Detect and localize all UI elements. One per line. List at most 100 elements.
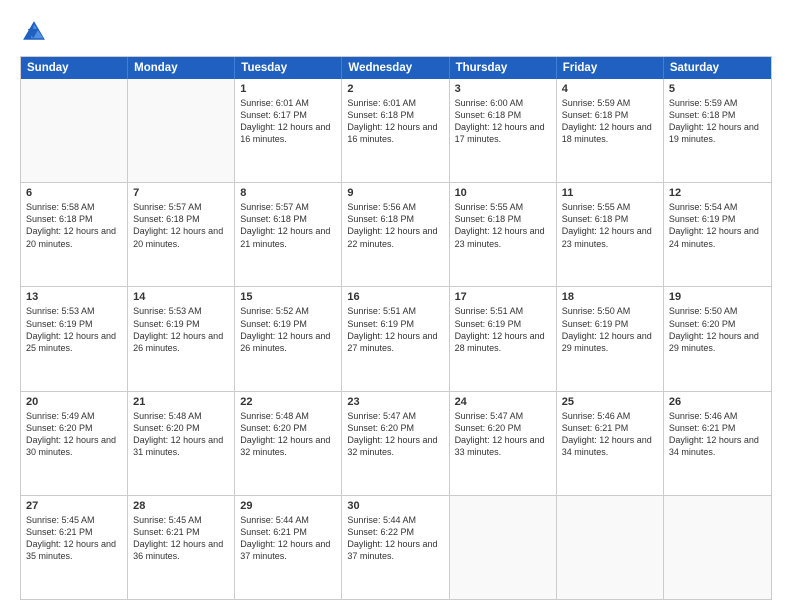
calendar-body: 1 Sunrise: 6:01 AM Sunset: 6:17 PM Daylig… xyxy=(21,79,771,599)
day-header-friday: Friday xyxy=(557,57,664,79)
calendar-cell: 24 Sunrise: 5:47 AM Sunset: 6:20 PM Dayli… xyxy=(450,392,557,495)
cell-info: Sunrise: 5:46 AM Sunset: 6:21 PM Dayligh… xyxy=(669,410,766,459)
calendar-cell: 13Sunrise: 5:53 AM Sunset: 6:19 PM Dayli… xyxy=(21,287,128,390)
calendar-cell: 26 Sunrise: 5:46 AM Sunset: 6:21 PM Dayli… xyxy=(664,392,771,495)
calendar-cell xyxy=(664,496,771,599)
cell-info: Sunrise: 5:59 AM Sunset: 6:18 PM Dayligh… xyxy=(562,97,658,146)
cell-date: 27 xyxy=(26,500,122,512)
calendar-cell: 1 Sunrise: 6:01 AM Sunset: 6:17 PM Daylig… xyxy=(235,79,342,182)
cell-date: 29 xyxy=(240,500,336,512)
calendar-cell: 29 Sunrise: 5:44 AM Sunset: 6:21 PM Dayli… xyxy=(235,496,342,599)
cell-info: Sunrise: 5:45 AM Sunset: 6:21 PM Dayligh… xyxy=(133,514,229,563)
calendar-cell: 30 Sunrise: 5:44 AM Sunset: 6:22 PM Dayli… xyxy=(342,496,449,599)
cell-date: 18 xyxy=(562,291,658,303)
calendar-cell: 15Sunrise: 5:52 AM Sunset: 6:19 PM Dayli… xyxy=(235,287,342,390)
cell-info: Sunrise: 5:54 AM Sunset: 6:19 PM Dayligh… xyxy=(669,201,766,250)
day-header-thursday: Thursday xyxy=(450,57,557,79)
calendar-row: 1 Sunrise: 6:01 AM Sunset: 6:17 PM Daylig… xyxy=(21,79,771,183)
calendar-cell: 18 Sunrise: 5:50 AM Sunset: 6:19 PM Dayli… xyxy=(557,287,664,390)
calendar-cell: 10 Sunrise: 5:55 AM Sunset: 6:18 PM Dayli… xyxy=(450,183,557,286)
calendar-cell: 5Sunrise: 5:59 AM Sunset: 6:18 PM Daylig… xyxy=(664,79,771,182)
cell-date: 11 xyxy=(562,187,658,199)
cell-info: Sunrise: 5:51 AM Sunset: 6:19 PM Dayligh… xyxy=(347,305,443,354)
header xyxy=(20,18,772,46)
calendar-cell: 16Sunrise: 5:51 AM Sunset: 6:19 PM Dayli… xyxy=(342,287,449,390)
calendar-cell: 21 Sunrise: 5:48 AM Sunset: 6:20 PM Dayli… xyxy=(128,392,235,495)
cell-info: Sunrise: 5:53 AM Sunset: 6:19 PM Dayligh… xyxy=(26,305,122,354)
logo xyxy=(20,18,52,46)
logo-icon xyxy=(20,18,48,46)
day-header-tuesday: Tuesday xyxy=(235,57,342,79)
calendar-cell: 28Sunrise: 5:45 AM Sunset: 6:21 PM Dayli… xyxy=(128,496,235,599)
calendar-cell xyxy=(557,496,664,599)
calendar-cell: 8 Sunrise: 5:57 AM Sunset: 6:18 PM Daylig… xyxy=(235,183,342,286)
cell-info: Sunrise: 6:01 AM Sunset: 6:18 PM Dayligh… xyxy=(347,97,443,146)
cell-info: Sunrise: 5:55 AM Sunset: 6:18 PM Dayligh… xyxy=(455,201,551,250)
cell-info: Sunrise: 5:49 AM Sunset: 6:20 PM Dayligh… xyxy=(26,410,122,459)
calendar-cell xyxy=(21,79,128,182)
day-header-sunday: Sunday xyxy=(21,57,128,79)
cell-date: 3 xyxy=(455,83,551,95)
calendar-header: SundayMondayTuesdayWednesdayThursdayFrid… xyxy=(21,57,771,79)
calendar-cell: 12 Sunrise: 5:54 AM Sunset: 6:19 PM Dayli… xyxy=(664,183,771,286)
calendar-cell: 2 Sunrise: 6:01 AM Sunset: 6:18 PM Daylig… xyxy=(342,79,449,182)
cell-info: Sunrise: 5:57 AM Sunset: 6:18 PM Dayligh… xyxy=(133,201,229,250)
cell-date: 20 xyxy=(26,396,122,408)
cell-date: 7 xyxy=(133,187,229,199)
cell-info: Sunrise: 6:00 AM Sunset: 6:18 PM Dayligh… xyxy=(455,97,551,146)
cell-date: 23 xyxy=(347,396,443,408)
calendar-cell xyxy=(128,79,235,182)
calendar-row: 27 Sunrise: 5:45 AM Sunset: 6:21 PM Dayli… xyxy=(21,496,771,599)
cell-info: Sunrise: 5:52 AM Sunset: 6:19 PM Dayligh… xyxy=(240,305,336,354)
calendar: SundayMondayTuesdayWednesdayThursdayFrid… xyxy=(20,56,772,600)
cell-info: Sunrise: 5:48 AM Sunset: 6:20 PM Dayligh… xyxy=(133,410,229,459)
cell-date: 14 xyxy=(133,291,229,303)
cell-info: Sunrise: 5:58 AM Sunset: 6:18 PM Dayligh… xyxy=(26,201,122,250)
calendar-cell: 9Sunrise: 5:56 AM Sunset: 6:18 PM Daylig… xyxy=(342,183,449,286)
calendar-cell: 3 Sunrise: 6:00 AM Sunset: 6:18 PM Daylig… xyxy=(450,79,557,182)
cell-info: Sunrise: 5:57 AM Sunset: 6:18 PM Dayligh… xyxy=(240,201,336,250)
cell-info: Sunrise: 5:47 AM Sunset: 6:20 PM Dayligh… xyxy=(347,410,443,459)
calendar-row: 13Sunrise: 5:53 AM Sunset: 6:19 PM Dayli… xyxy=(21,287,771,391)
calendar-cell: 7 Sunrise: 5:57 AM Sunset: 6:18 PM Daylig… xyxy=(128,183,235,286)
day-header-saturday: Saturday xyxy=(664,57,771,79)
cell-date: 4 xyxy=(562,83,658,95)
calendar-cell: 27 Sunrise: 5:45 AM Sunset: 6:21 PM Dayli… xyxy=(21,496,128,599)
cell-date: 30 xyxy=(347,500,443,512)
cell-date: 8 xyxy=(240,187,336,199)
cell-date: 5 xyxy=(669,83,766,95)
cell-info: Sunrise: 5:46 AM Sunset: 6:21 PM Dayligh… xyxy=(562,410,658,459)
cell-date: 12 xyxy=(669,187,766,199)
cell-date: 22 xyxy=(240,396,336,408)
calendar-cell: 6Sunrise: 5:58 AM Sunset: 6:18 PM Daylig… xyxy=(21,183,128,286)
cell-date: 21 xyxy=(133,396,229,408)
cell-info: Sunrise: 5:47 AM Sunset: 6:20 PM Dayligh… xyxy=(455,410,551,459)
cell-date: 10 xyxy=(455,187,551,199)
calendar-cell: 25Sunrise: 5:46 AM Sunset: 6:21 PM Dayli… xyxy=(557,392,664,495)
calendar-cell: 19Sunrise: 5:50 AM Sunset: 6:20 PM Dayli… xyxy=(664,287,771,390)
cell-info: Sunrise: 6:01 AM Sunset: 6:17 PM Dayligh… xyxy=(240,97,336,146)
calendar-cell: 20 Sunrise: 5:49 AM Sunset: 6:20 PM Dayli… xyxy=(21,392,128,495)
calendar-cell: 22Sunrise: 5:48 AM Sunset: 6:20 PM Dayli… xyxy=(235,392,342,495)
cell-date: 9 xyxy=(347,187,443,199)
cell-date: 24 xyxy=(455,396,551,408)
calendar-cell: 17Sunrise: 5:51 AM Sunset: 6:19 PM Dayli… xyxy=(450,287,557,390)
cell-date: 2 xyxy=(347,83,443,95)
cell-date: 19 xyxy=(669,291,766,303)
calendar-row: 20 Sunrise: 5:49 AM Sunset: 6:20 PM Dayli… xyxy=(21,392,771,496)
calendar-cell: 23 Sunrise: 5:47 AM Sunset: 6:20 PM Dayli… xyxy=(342,392,449,495)
cell-date: 17 xyxy=(455,291,551,303)
calendar-cell: 11Sunrise: 5:55 AM Sunset: 6:18 PM Dayli… xyxy=(557,183,664,286)
cell-date: 1 xyxy=(240,83,336,95)
day-header-wednesday: Wednesday xyxy=(342,57,449,79)
calendar-cell: 4 Sunrise: 5:59 AM Sunset: 6:18 PM Daylig… xyxy=(557,79,664,182)
cell-info: Sunrise: 5:53 AM Sunset: 6:19 PM Dayligh… xyxy=(133,305,229,354)
cell-info: Sunrise: 5:50 AM Sunset: 6:19 PM Dayligh… xyxy=(562,305,658,354)
page: SundayMondayTuesdayWednesdayThursdayFrid… xyxy=(0,0,792,612)
calendar-row: 6Sunrise: 5:58 AM Sunset: 6:18 PM Daylig… xyxy=(21,183,771,287)
calendar-cell: 14 Sunrise: 5:53 AM Sunset: 6:19 PM Dayli… xyxy=(128,287,235,390)
cell-date: 26 xyxy=(669,396,766,408)
cell-info: Sunrise: 5:44 AM Sunset: 6:22 PM Dayligh… xyxy=(347,514,443,563)
cell-info: Sunrise: 5:45 AM Sunset: 6:21 PM Dayligh… xyxy=(26,514,122,563)
cell-info: Sunrise: 5:44 AM Sunset: 6:21 PM Dayligh… xyxy=(240,514,336,563)
